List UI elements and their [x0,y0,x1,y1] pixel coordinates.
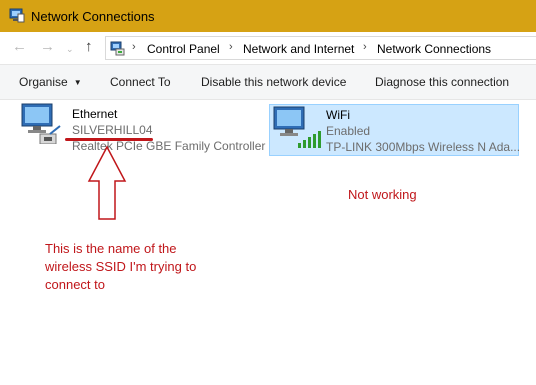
control-panel-icon [110,41,125,56]
disable-device-button[interactable]: Disable this network device [201,75,346,89]
annotation-up-arrow-icon [87,145,127,220]
diagnose-connection-button[interactable]: Diagnose this connection [375,75,509,89]
adapter-name: WiFi [326,108,350,122]
title-bar: Network Connections [0,0,536,32]
organise-label: Organise [19,75,68,89]
annotation-underline [65,138,153,141]
organise-menu-button[interactable]: Organise ▼ [19,75,82,89]
breadcrumb-network-and-internet[interactable]: Network and Internet [243,42,354,56]
caret-down-icon: ▼ [73,78,82,87]
adapter-ethernet[interactable]: Ethernet SILVERHILL04 Realtek PCIe GBE F… [20,100,270,158]
connect-to-button[interactable]: Connect To [110,75,171,89]
address-bar[interactable]: › Control Panel › Network and Internet ›… [105,36,536,60]
annotation-note: This is the name of the wireless SSID I'… [45,241,197,292]
adapter-status: SILVERHILL04 [72,123,153,137]
breadcrumb-separator-icon[interactable]: › [132,41,136,53]
annotation-not-working: Not working [348,187,417,202]
adapter-status: Enabled [326,124,371,138]
command-bar: Organise ▼ Connect To Disable this networ… [0,64,536,100]
ethernet-adapter-icon [21,103,61,144]
breadcrumb-control-panel[interactable]: Control Panel [147,42,220,56]
breadcrumb-separator-icon[interactable]: › [229,41,233,53]
network-connections-app-icon [9,8,25,23]
back-arrow-icon[interactable]: ← [12,39,27,55]
adapter-wifi[interactable]: WiFi Enabled TP-LINK 300Mbps Wireless N … [269,104,521,156]
window-title: Network Connections [31,9,155,24]
forward-arrow-icon[interactable]: → [40,39,55,55]
recent-locations-chevron-icon[interactable]: ⌄ [66,41,74,57]
breadcrumb-separator-icon[interactable]: › [363,41,367,53]
adapter-device: TP-LINK 300Mbps Wireless N Ada... [326,140,521,154]
adapter-name: Ethernet [72,107,118,121]
navigation-bar: ← → ⌄ ↑ › Control Panel › Network and In… [0,32,536,64]
breadcrumb-network-connections[interactable]: Network Connections [377,42,491,56]
connections-pane: Ethernet SILVERHILL04 Realtek PCIe GBE F… [0,100,536,385]
up-arrow-icon[interactable]: ↑ [85,39,93,55]
wifi-adapter-icon [273,106,321,148]
